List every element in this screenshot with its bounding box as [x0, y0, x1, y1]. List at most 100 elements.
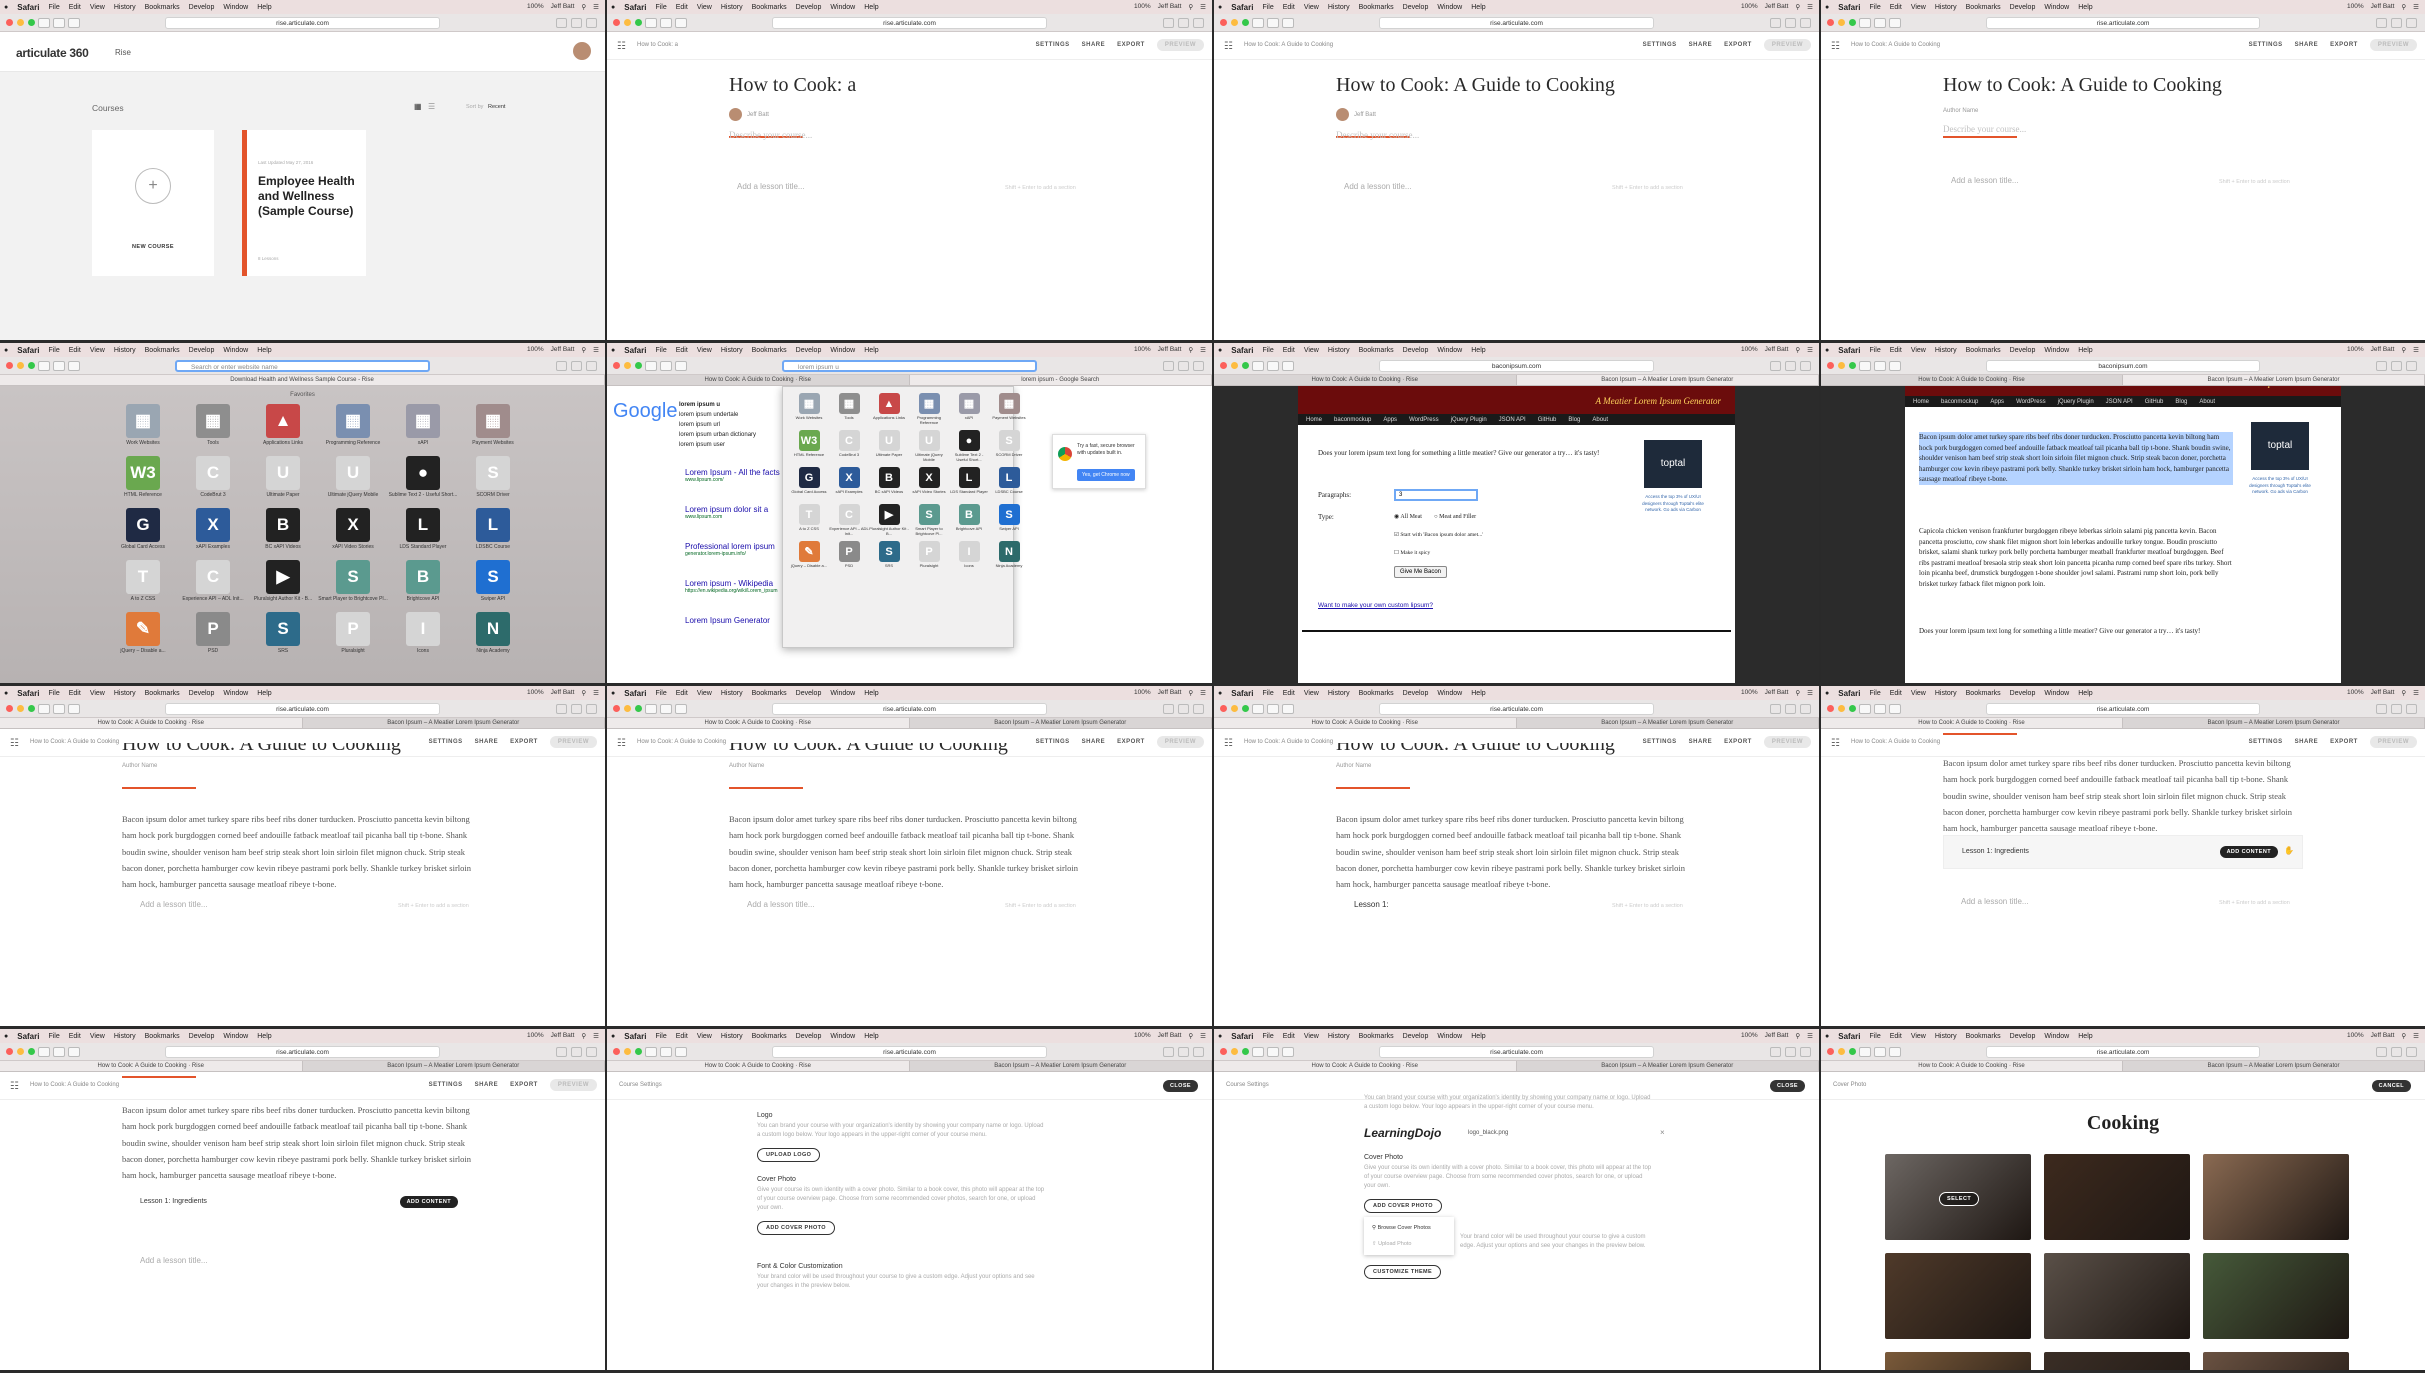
forward-button[interactable] — [660, 1047, 672, 1057]
nav-link[interactable]: baconmockup — [1334, 417, 1371, 423]
share-button[interactable] — [1163, 1047, 1174, 1057]
cover-photo-option[interactable] — [2044, 1352, 2190, 1370]
upload-photo-option[interactable]: ⇧ Upload Photo — [1364, 1236, 1454, 1252]
list-icon[interactable]: ☰ — [1200, 1032, 1206, 1040]
new-tab-button[interactable] — [1800, 704, 1811, 714]
menu-item[interactable]: Develop — [796, 1033, 822, 1040]
close-window-button[interactable] — [6, 362, 13, 369]
zoom-window-button[interactable] — [635, 1048, 642, 1055]
list-view-icon[interactable]: ☰ — [428, 102, 435, 111]
back-button[interactable] — [645, 361, 657, 371]
nav-link[interactable]: Apps — [1990, 399, 2004, 405]
list-icon[interactable]: ☰ — [593, 1032, 599, 1040]
menu-item[interactable]: Window — [830, 690, 855, 697]
description-field[interactable]: Describe your course... — [1943, 124, 2026, 134]
user-name[interactable]: Jeff Batt — [1765, 3, 1789, 11]
back-button[interactable] — [645, 18, 657, 28]
close-window-button[interactable] — [1827, 362, 1834, 369]
menu-item[interactable]: Window — [223, 1033, 248, 1040]
menu-item[interactable]: File — [1262, 1033, 1273, 1040]
browser-tab[interactable]: Bacon Ipsum – A Meatier Lorem Ipsum Gene… — [910, 1061, 1212, 1071]
menu-app[interactable]: Safari — [1838, 3, 1860, 12]
articulate-logo[interactable]: articulate 360 — [16, 46, 89, 60]
favorite-tile[interactable]: U Ultimate jQuery Mobile — [909, 430, 949, 467]
new-tab-button[interactable] — [2406, 1047, 2417, 1057]
nav-link[interactable]: jQuery Plugin — [1451, 417, 1487, 423]
menu-item[interactable]: File — [1262, 347, 1273, 354]
tabs-overview-button[interactable] — [571, 361, 582, 371]
paragraphs-input[interactable]: 3 — [1394, 489, 1478, 501]
menu-item[interactable]: History — [114, 347, 136, 354]
zoom-window-button[interactable] — [1242, 362, 1249, 369]
search-icon[interactable]: ⚲ — [1795, 346, 1800, 354]
favorite-tile[interactable]: C CodeBrut 3 — [829, 430, 869, 467]
close-window-button[interactable] — [613, 1048, 620, 1055]
sidebar-button[interactable] — [675, 361, 687, 371]
share-button[interactable] — [2376, 704, 2387, 714]
browser-tab[interactable]: Bacon Ipsum – A Meatier Lorem Ipsum Gene… — [2123, 375, 2425, 385]
forward-button[interactable] — [1874, 704, 1886, 714]
nav-link[interactable]: GitHub — [2145, 399, 2164, 405]
add-cover-button[interactable]: ADD COVER PHOTO — [757, 1221, 835, 1235]
settings-button[interactable]: SETTINGS — [1643, 42, 1677, 48]
menu-item[interactable]: Window — [2044, 4, 2069, 11]
menu-item[interactable]: Window — [1437, 1033, 1462, 1040]
share-button[interactable] — [2376, 1047, 2387, 1057]
share-button[interactable] — [1770, 704, 1781, 714]
google-logo[interactable]: Google — [613, 400, 678, 423]
user-name[interactable]: Jeff Batt — [2371, 3, 2395, 11]
new-course-card[interactable]: + NEW COURSE — [92, 130, 214, 276]
cover-photo-option[interactable] — [2203, 1154, 2349, 1240]
lesson-title-field[interactable]: Add a lesson title... — [747, 900, 815, 909]
forward-button[interactable] — [1267, 18, 1279, 28]
forward-button[interactable] — [53, 1047, 65, 1057]
favorite-tile[interactable]: S Swiper API — [458, 560, 528, 612]
zoom-window-button[interactable] — [1849, 1048, 1856, 1055]
author-field[interactable]: Author Name — [122, 763, 157, 769]
lesson-title-field[interactable]: Lesson 1: — [1354, 900, 1389, 909]
favorite-tile[interactable]: C Experience API – ADL Init... — [829, 504, 869, 541]
menu-item[interactable]: Edit — [69, 1033, 81, 1040]
menu-item[interactable]: Develop — [796, 4, 822, 11]
sidebar-button[interactable] — [68, 704, 80, 714]
new-tab-button[interactable] — [586, 1047, 597, 1057]
menu-item[interactable]: Edit — [1890, 347, 1902, 354]
menu-item[interactable]: History — [1935, 690, 1957, 697]
menu-item[interactable]: Bookmarks — [752, 1033, 787, 1040]
favorite-tile[interactable]: W3 HTML Reference — [789, 430, 829, 467]
menu-app[interactable]: Safari — [1838, 1032, 1860, 1041]
sidebar-button[interactable] — [1889, 18, 1901, 28]
ad-box[interactable]: toptal — [2251, 422, 2309, 470]
menu-item[interactable]: Develop — [1403, 347, 1429, 354]
export-button[interactable]: EXPORT — [510, 739, 538, 745]
forward-button[interactable] — [1874, 18, 1886, 28]
favorite-tile[interactable]: B BC xAPI Videos — [869, 467, 909, 504]
forward-button[interactable] — [660, 361, 672, 371]
user-name[interactable]: Jeff Batt — [551, 346, 575, 354]
cover-photo-option[interactable] — [2203, 1253, 2349, 1339]
menu-item[interactable]: View — [1304, 347, 1319, 354]
address-bar[interactable]: Search or enter website name — [175, 360, 430, 372]
search-icon[interactable]: ⚲ — [1795, 689, 1800, 697]
course-title[interactable]: How to Cook: a — [729, 74, 856, 97]
favorite-tile[interactable]: I Icons — [949, 541, 989, 578]
minimize-window-button[interactable] — [1231, 362, 1238, 369]
apps-grid-icon[interactable]: ☷ — [1224, 41, 1233, 52]
browser-tab[interactable]: How to Cook: A Guide to Cooking · Rise — [1821, 375, 2123, 385]
menu-item[interactable]: Edit — [1283, 4, 1295, 11]
menu-item[interactable]: Help — [2078, 347, 2092, 354]
favorite-tile[interactable]: ▦ xAPI — [388, 404, 458, 456]
menu-item[interactable]: File — [1869, 1033, 1880, 1040]
menu-item[interactable]: Bookmarks — [752, 4, 787, 11]
menu-item[interactable]: Develop — [1403, 4, 1429, 11]
forward-button[interactable] — [1874, 361, 1886, 371]
apple-icon[interactable]: ● — [1825, 690, 1829, 697]
zoom-window-button[interactable] — [1849, 19, 1856, 26]
tabs-overview-button[interactable] — [2391, 704, 2402, 714]
tabs-overview-button[interactable] — [571, 704, 582, 714]
menu-item[interactable]: History — [1935, 1033, 1957, 1040]
browser-tab[interactable]: How to Cook: A Guide to Cooking · Rise — [1214, 1061, 1517, 1071]
forward-button[interactable] — [1267, 1047, 1279, 1057]
menu-item[interactable]: File — [1869, 690, 1880, 697]
menu-item[interactable]: Develop — [189, 690, 215, 697]
